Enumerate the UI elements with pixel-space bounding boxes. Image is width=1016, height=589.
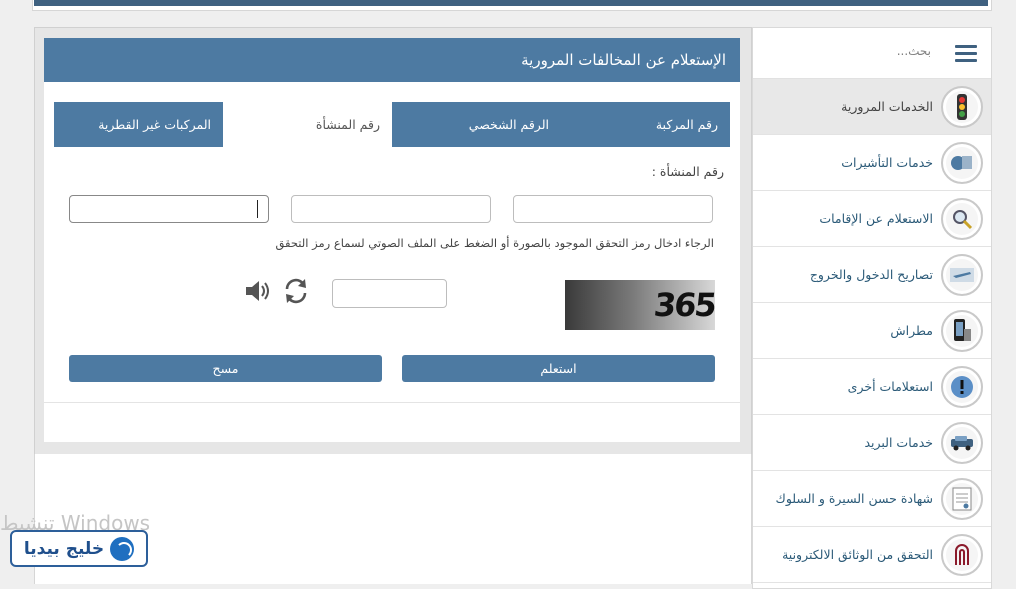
- captcha-image: 365: [565, 280, 717, 330]
- sidebar: بحث... الخدمات المرورية خدمات التأشيرات …: [752, 27, 992, 589]
- captcha-hint: الرجاء ادخال رمز التحقق الموجود بالصورة …: [275, 236, 714, 250]
- sidebar-item-label: مطراش: [890, 323, 933, 338]
- sidebar-item-other-inquiries[interactable]: استعلامات أخرى: [753, 359, 991, 415]
- sidebar-search[interactable]: بحث...: [753, 28, 991, 79]
- sidebar-item-label: الاستعلام عن الإقامات: [819, 211, 933, 226]
- sidebar-item-metrash[interactable]: مطراش: [753, 303, 991, 359]
- sidebar-item-label: شهادة حسن السيرة و السلوك: [775, 491, 933, 506]
- establishment-number-part3-input[interactable]: [69, 195, 269, 223]
- metrash-icon: [941, 309, 983, 352]
- inquire-button[interactable]: استعلم: [402, 355, 715, 382]
- panel-title: الإستعلام عن المخالفات المرورية: [44, 38, 740, 82]
- violations-inquiry-panel: الإستعلام عن المخالفات المرورية رقم المر…: [44, 38, 740, 442]
- sidebar-item-mail-services[interactable]: خدمات البريد: [753, 415, 991, 471]
- logo-mark-icon: [110, 536, 135, 561]
- logo-text: خليج بيديا: [23, 538, 105, 559]
- sidebar-item-visa-services[interactable]: خدمات التأشيرات: [753, 135, 991, 191]
- airplane-icon: [941, 253, 983, 296]
- tab-vehicle-number[interactable]: رقم المركبة: [561, 102, 730, 147]
- sidebar-item-good-conduct-certificate[interactable]: شهادة حسن السيرة و السلوك: [753, 471, 991, 527]
- sidebar-item-label: خدمات التأشيرات: [841, 155, 933, 170]
- establishment-number-label: رقم المنشأة :: [651, 164, 724, 179]
- sidebar-item-residency-inquiry[interactable]: الاستعلام عن الإقامات: [753, 191, 991, 247]
- sidebar-item-label: خدمات البريد: [864, 435, 933, 450]
- sidebar-item-e-document-verification[interactable]: التحقق من الوثائق الالكترونية: [753, 527, 991, 583]
- sidebar-item-entry-exit-permits[interactable]: تصاريح الدخول والخروج: [753, 247, 991, 303]
- menu-icon[interactable]: [941, 28, 991, 78]
- search-input[interactable]: بحث...: [897, 44, 931, 58]
- inquiry-tabs: رقم المركبة الرقم الشخصي رقم المنشأة الم…: [54, 102, 730, 147]
- captcha-input[interactable]: [332, 279, 447, 308]
- site-logo: خليج بيديا: [10, 530, 148, 567]
- visa-icon: [941, 141, 983, 184]
- establishment-number-part2-input[interactable]: [291, 195, 491, 223]
- clear-button[interactable]: مسح: [69, 355, 382, 382]
- traffic-light-icon: [941, 85, 983, 128]
- sidebar-item-traffic-services[interactable]: الخدمات المرورية: [753, 79, 991, 135]
- info-icon: [941, 365, 983, 408]
- sidebar-item-label: استعلامات أخرى: [847, 379, 933, 394]
- fingerprint-icon: [941, 533, 983, 576]
- mail-car-icon: [941, 421, 983, 464]
- certificate-icon: [941, 477, 983, 520]
- tab-non-qatari-vehicles[interactable]: المركبات غير القطرية: [54, 102, 223, 147]
- panel-divider: [44, 402, 740, 403]
- establishment-number-part1-input[interactable]: [513, 195, 713, 223]
- tab-establishment-number[interactable]: رقم المنشأة: [223, 102, 392, 147]
- sidebar-item-label: تصاريح الدخول والخروج: [809, 267, 933, 282]
- refresh-icon[interactable]: [281, 276, 311, 306]
- captcha-text: 365: [652, 286, 717, 324]
- sidebar-item-label: الخدمات المرورية: [841, 99, 933, 114]
- top-bar: [34, 0, 988, 6]
- magnifier-icon: [941, 197, 983, 240]
- tab-personal-number[interactable]: الرقم الشخصي: [392, 102, 561, 147]
- sidebar-item-label: التحقق من الوثائق الالكترونية: [782, 547, 933, 562]
- speaker-icon[interactable]: [244, 278, 272, 304]
